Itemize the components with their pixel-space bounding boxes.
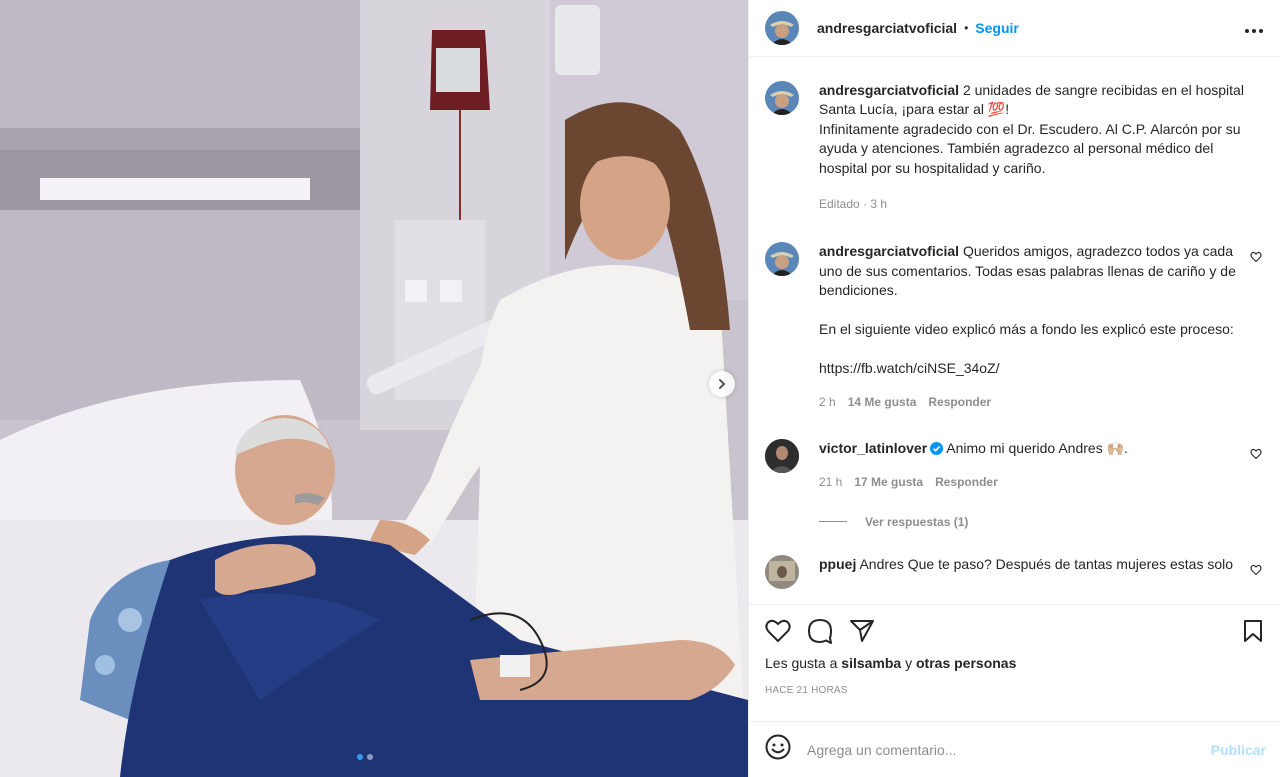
avatar-image <box>765 554 799 589</box>
add-comment-bar: Publicar <box>749 721 1280 777</box>
post-photo[interactable] <box>0 0 748 777</box>
post-actions: Les gusta a silsamba y otras personas HA… <box>749 604 1280 696</box>
carousel-indicator <box>357 754 373 760</box>
heart-icon[interactable] <box>1250 447 1262 465</box>
divider <box>819 521 847 522</box>
avatar-image <box>765 242 799 277</box>
avatar-image <box>765 438 799 473</box>
post-timestamp[interactable]: HACE 21 HORAS <box>765 685 1264 696</box>
comment: victor_latinlover Animo mi querido Andre… <box>765 438 1264 493</box>
verified-icon <box>930 441 944 455</box>
avatar-image <box>765 11 799 45</box>
comment-meta: Editado · 3 h <box>819 197 888 212</box>
avatar[interactable] <box>765 438 799 473</box>
view-replies-button[interactable]: Ver respuestas (1) <box>819 515 1264 529</box>
carousel-dot <box>367 754 373 760</box>
avatar[interactable] <box>765 81 799 115</box>
post-side-panel: andresgarciatvoficial • Seguir andresgar… <box>748 0 1280 777</box>
emoji-icon[interactable] <box>765 734 791 765</box>
comment-time[interactable]: 2 h <box>819 393 836 412</box>
comment-text: Andres Que te paso? Después de tantas mu… <box>859 555 1234 572</box>
follow-button[interactable]: Seguir <box>975 20 1019 36</box>
carousel-dot <box>357 754 363 760</box>
post-author-username[interactable]: andresgarciatvoficial <box>817 20 957 36</box>
heart-icon[interactable] <box>765 619 791 648</box>
reply-button[interactable]: Responder <box>928 393 991 412</box>
reply-button[interactable]: Responder <box>935 473 998 492</box>
comment: ppuej Andres Que te paso? Después de tan… <box>765 554 1264 589</box>
more-icon[interactable] <box>1244 18 1264 39</box>
comment-text: Animo mi querido Andres 🙌🏼. <box>946 439 1128 456</box>
avatar[interactable] <box>765 554 799 589</box>
likes-prefix: Les gusta a <box>765 655 838 671</box>
heart-icon[interactable] <box>1250 563 1262 581</box>
post-header: andresgarciatvoficial • Seguir <box>749 0 1280 57</box>
avatar-image <box>765 81 799 115</box>
view-replies-label: Ver respuestas (1) <box>865 514 969 529</box>
hospital-photo-illustration <box>0 0 748 777</box>
comment-likes[interactable]: 17 Me gusta <box>854 473 923 492</box>
publish-button[interactable]: Publicar <box>1211 742 1266 758</box>
comments-list[interactable]: andresgarciatvoficial 2 unidades de sang… <box>749 58 1280 603</box>
comment-input[interactable] <box>807 741 1211 758</box>
caption: andresgarciatvoficial 2 unidades de sang… <box>765 81 1264 214</box>
comment-text: Queridos amigos, agradezco todos ya cada… <box>819 243 1236 376</box>
comment-username[interactable]: andresgarciatvoficial <box>819 82 959 98</box>
comment-time[interactable]: 21 h <box>819 473 842 492</box>
comment-icon[interactable] <box>807 618 833 649</box>
comment-likes[interactable]: 14 Me gusta <box>848 393 917 412</box>
comment-username[interactable]: andresgarciatvoficial <box>819 243 959 259</box>
heart-icon[interactable] <box>1250 250 1262 268</box>
separator-dot: • <box>964 21 969 35</box>
comment-username[interactable]: ppuej <box>819 556 856 572</box>
comment: andresgarciatvoficial Queridos amigos, a… <box>765 242 1264 412</box>
likes-summary: Les gusta a silsamba y otras personas <box>765 655 1264 671</box>
likes-others[interactable]: otras personas <box>916 655 1016 671</box>
likes-conj: y <box>905 655 913 671</box>
next-slide-button[interactable] <box>709 371 735 397</box>
save-icon[interactable] <box>1242 619 1264 648</box>
likes-user[interactable]: silsamba <box>841 655 901 671</box>
share-icon[interactable] <box>849 619 875 648</box>
avatar[interactable] <box>765 11 799 45</box>
comment-username[interactable]: victor_latinlover <box>819 440 927 456</box>
chevron-right-icon <box>719 379 726 389</box>
avatar[interactable] <box>765 242 799 277</box>
